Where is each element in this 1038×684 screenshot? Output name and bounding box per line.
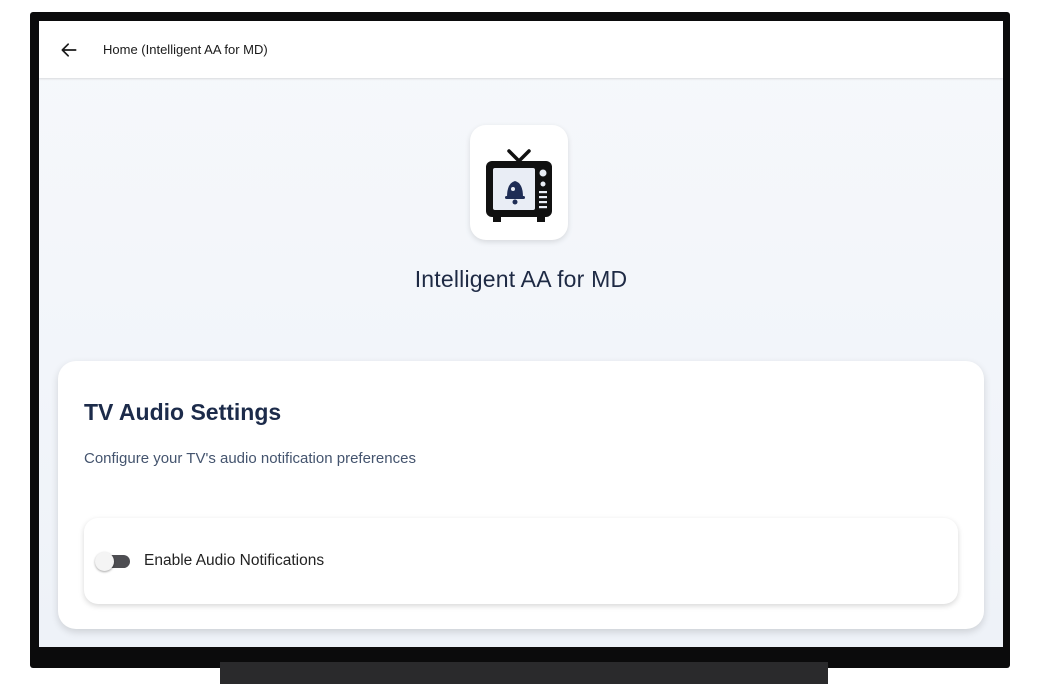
audio-notifications-toggle[interactable] xyxy=(95,552,131,571)
card-title: TV Audio Settings xyxy=(84,399,282,425)
back-button[interactable] xyxy=(56,37,82,63)
tv-bell-icon xyxy=(486,148,552,222)
toggle-label: Enable Audio Notifications xyxy=(144,552,325,569)
top-app-bar: Home (Intelligent AA for MD) xyxy=(39,21,1003,78)
app-name: Intelligent AA for MD xyxy=(414,266,628,292)
app-screen: Home (Intelligent AA for MD) Intelligent… xyxy=(39,21,1003,647)
toggle-thumb xyxy=(95,552,114,571)
tv-audio-settings-card: TV Audio Settings Configure your TV's au… xyxy=(58,361,984,629)
app-icon xyxy=(470,125,568,240)
card-subtitle: Configure your TV's audio notification p… xyxy=(84,450,416,467)
arrow-left-icon xyxy=(61,42,77,57)
tv-stand xyxy=(220,662,828,684)
page-title: Home (Intelligent AA for MD) xyxy=(103,42,268,57)
audio-notifications-setting[interactable]: Enable Audio Notifications xyxy=(84,518,958,604)
